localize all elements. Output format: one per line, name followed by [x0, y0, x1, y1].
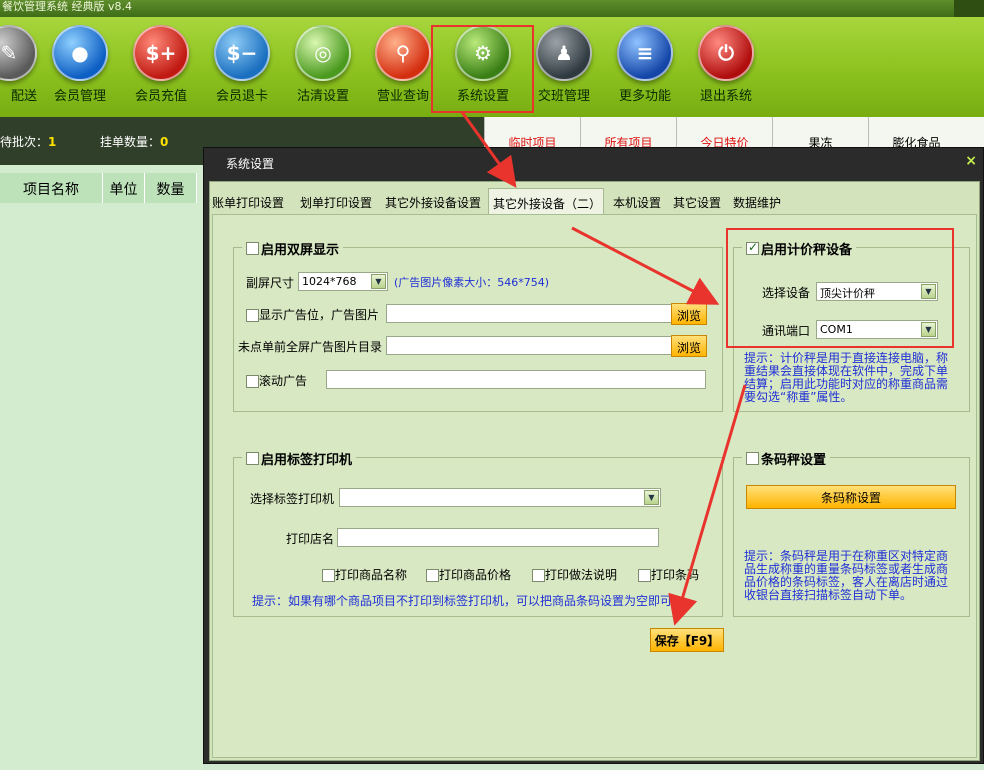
- toolbar-card-return-button[interactable]: $− 会员退卡: [203, 25, 281, 115]
- fullscreen-dir-label: 未点单前全屏广告图片目录: [238, 340, 383, 354]
- size-hint: (广告图片像素大小：546*754): [394, 276, 550, 289]
- card-return-icon: $−: [214, 25, 270, 81]
- scroll-ad-label: 滚动广告: [246, 372, 307, 389]
- column-header-unit: 单位: [103, 173, 145, 203]
- printer-label: 选择标签打印机: [250, 492, 335, 506]
- fullscreen-dir-input[interactable]: [386, 336, 672, 355]
- power-icon: ⏻: [698, 25, 754, 81]
- show-ad-checkbox[interactable]: [246, 309, 259, 322]
- team-icon: ♟: [536, 25, 592, 81]
- tab-local-settings[interactable]: 本机设置: [613, 190, 668, 214]
- opt-name: 打印商品名称: [322, 566, 407, 583]
- toolbar-label: 会员退卡: [215, 89, 268, 104]
- label-printer-title: 启用标签打印机: [242, 449, 357, 468]
- tab-external-devices-2[interactable]: 其它外接设备（二）: [488, 188, 604, 214]
- toolbar-member-button[interactable]: ● 会员管理: [41, 25, 119, 115]
- save-button[interactable]: 保存【F9】: [650, 628, 724, 652]
- sub-size-label: 副屏尺寸: [246, 276, 295, 290]
- toolbar-label: 沽清设置: [296, 89, 349, 104]
- print-price-checkbox[interactable]: [426, 569, 439, 582]
- printer-select[interactable]: ▼: [339, 488, 661, 507]
- scroll-ad-input[interactable]: [326, 370, 706, 389]
- dual-screen-group: 启用双屏显示 副屏尺寸 1024*768 ▼ (广告图片像素大小：546*754…: [233, 239, 723, 412]
- chevron-down-icon: ▼: [371, 274, 386, 289]
- tab-slip-print[interactable]: 划单打印设置: [300, 190, 385, 214]
- toolbar-more-button[interactable]: ≡ 更多功能: [606, 25, 684, 115]
- chevron-down-icon: ▼: [644, 490, 659, 505]
- print-method-checkbox[interactable]: [532, 569, 545, 582]
- barcode-scale-settings-button[interactable]: 条码称设置: [746, 485, 956, 509]
- toolbar-plate-button[interactable]: ◎ 沽清设置: [284, 25, 362, 115]
- shop-name-input[interactable]: [337, 528, 659, 547]
- tab-bill-print[interactable]: 账单打印设置: [212, 190, 297, 214]
- hold-count-value: 0: [160, 135, 169, 149]
- hold-count-label: 挂单数量：0: [100, 135, 169, 149]
- pending-batch-value: 1: [48, 135, 57, 149]
- member-icon: ●: [52, 25, 108, 81]
- toolbar-label: 会员充值: [134, 89, 187, 104]
- app-titlebar: 餐饮管理系统 经典版 v8.4: [0, 0, 984, 17]
- plate-icon: ◎: [295, 25, 351, 81]
- opt-method: 打印做法说明: [532, 566, 617, 583]
- opt-price: 打印商品价格: [426, 566, 511, 583]
- label-printer-group: 启用标签打印机 选择标签打印机 ▼ 打印店名 打印商品名称 打印商品价格 打印做…: [233, 449, 723, 617]
- print-name-checkbox[interactable]: [322, 569, 335, 582]
- toolbar-exit-button[interactable]: ⏻ 退出系统: [687, 25, 765, 115]
- scale-hint: 提示：计价秤是用于直接连接电脑，称重结果会直接体现在软件中，完成下单结算；启用此…: [744, 351, 949, 404]
- order-items-grid: 项目名称 单位 数量: [0, 165, 203, 770]
- column-header-quantity: 数量: [145, 173, 197, 203]
- column-header-item-name: 项目名称: [0, 173, 103, 203]
- tab-external-devices[interactable]: 其它外接设备设置: [385, 190, 491, 214]
- scroll-ad-checkbox[interactable]: [246, 375, 259, 388]
- opt-barcode: 打印条码: [638, 566, 699, 583]
- list-icon: ≡: [617, 25, 673, 81]
- toolbar-shift-button[interactable]: ♟ 交班管理: [525, 25, 603, 115]
- scale-highlight: [726, 228, 954, 348]
- toolbar-label: 会员管理: [53, 89, 106, 104]
- barcode-scale-hint: 提示：条码秤是用于在称重区对特定商品生成称重的重量条码标签或者生成商品价格的条码…: [744, 549, 949, 602]
- dual-screen-title: 启用双屏显示: [242, 239, 344, 258]
- titlebar-shadow: [954, 0, 984, 17]
- tab-data-maintenance[interactable]: 数据维护: [733, 190, 788, 214]
- ad-image-input[interactable]: [386, 304, 672, 323]
- toolbar-recharge-button[interactable]: $+ 会员充值: [122, 25, 200, 115]
- barcode-scale-checkbox[interactable]: [746, 452, 759, 465]
- recharge-icon: $+: [133, 25, 189, 81]
- browse-dir-button[interactable]: 浏览: [671, 335, 707, 357]
- dialog-title: 系统设置: [226, 157, 275, 171]
- print-barcode-checkbox[interactable]: [638, 569, 651, 582]
- toolbar-label: 交班管理: [537, 89, 590, 104]
- sub-size-select[interactable]: 1024*768 ▼: [298, 272, 388, 291]
- magnifier-icon: ⚲: [375, 25, 431, 81]
- shop-name-label: 打印店名: [286, 532, 335, 546]
- app-title: 餐饮管理系统 经典版 v8.4: [2, 0, 132, 13]
- toolbar-label: 更多功能: [618, 89, 671, 104]
- browse-ad-button[interactable]: 浏览: [671, 303, 707, 325]
- show-ad-label: 显示广告位，广告图片: [246, 306, 379, 323]
- tab-other-settings[interactable]: 其它设置: [673, 190, 728, 214]
- label-printer-checkbox[interactable]: [246, 452, 259, 465]
- label-printer-hint: 提示：如果有哪个商品项目不打印到标签打印机，可以把商品条码设置为空即可。: [252, 594, 685, 608]
- close-icon[interactable]: ×: [965, 153, 977, 169]
- barcode-scale-title: 条码秤设置: [742, 449, 831, 468]
- pending-batch-label: 待批次：1: [0, 135, 57, 149]
- delivery-icon: ✎: [0, 25, 37, 81]
- toolbar-label: 退出系统: [699, 89, 752, 104]
- system-settings-highlight: [431, 25, 534, 113]
- barcode-scale-group: 条码秤设置 条码称设置 提示：条码秤是用于在称重区对特定商品生成称重的重量条码标…: [733, 449, 970, 617]
- dual-screen-checkbox[interactable]: [246, 242, 259, 255]
